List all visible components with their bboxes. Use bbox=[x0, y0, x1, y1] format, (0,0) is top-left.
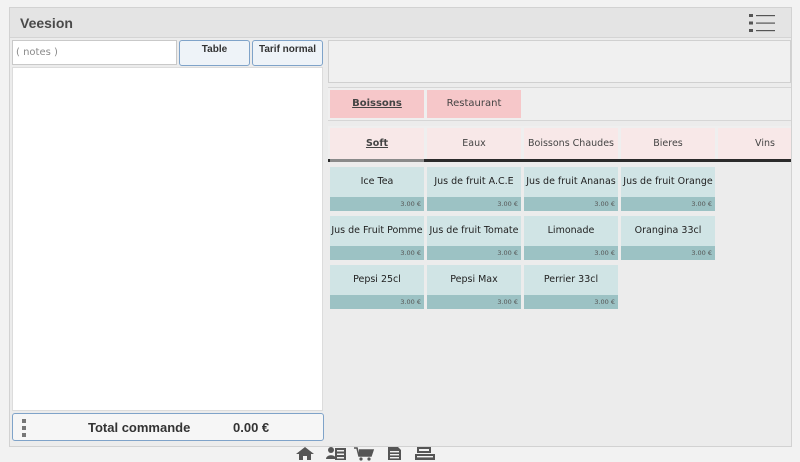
product-tile[interactable]: Orangina 33cl 3.00 € bbox=[621, 216, 715, 260]
subcategory-eaux[interactable]: Eaux bbox=[427, 128, 521, 159]
product-name: Jus de fruit A.C.E bbox=[434, 176, 514, 187]
category-boissons[interactable]: Boissons bbox=[330, 90, 424, 118]
product-tile[interactable]: Jus de fruit Orange 3.00 € bbox=[621, 167, 715, 211]
product-price: 3.00 € bbox=[427, 246, 521, 260]
customer-card-icon[interactable] bbox=[325, 446, 347, 461]
product-tile[interactable]: Jus de Fruit Pomme 3.00 € bbox=[330, 216, 424, 260]
product-name: Jus de fruit Orange bbox=[623, 176, 713, 187]
subcategory-boissons-chaudes[interactable]: Boissons Chaudes bbox=[524, 128, 618, 159]
subcategory-bieres[interactable]: Bieres bbox=[621, 128, 715, 159]
receipt-icon[interactable] bbox=[383, 446, 405, 461]
cash-register-icon[interactable] bbox=[414, 446, 436, 461]
product-price: 3.00 € bbox=[524, 197, 618, 211]
subcategory-tabs: Soft Eaux Boissons Chaudes Bieres Vins bbox=[328, 126, 791, 162]
product-price: 3.00 € bbox=[330, 246, 424, 260]
product-tile[interactable]: Ice Tea 3.00 € bbox=[330, 167, 424, 211]
product-price: 3.00 € bbox=[524, 246, 618, 260]
product-tile[interactable]: Jus de fruit A.C.E 3.00 € bbox=[427, 167, 521, 211]
product-name: Pepsi 25cl bbox=[353, 274, 401, 285]
product-tile[interactable]: Jus de fruit Tomate 3.00 € bbox=[427, 216, 521, 260]
product-name: Pepsi Max bbox=[450, 274, 498, 285]
bottom-toolbar bbox=[0, 447, 800, 462]
product-price: 3.00 € bbox=[330, 295, 424, 309]
product-name: Jus de fruit Tomate bbox=[429, 225, 519, 236]
info-strip bbox=[328, 40, 791, 83]
product-tile[interactable]: Jus de fruit Ananas 3.00 € bbox=[524, 167, 618, 211]
cart-icon[interactable] bbox=[353, 446, 375, 461]
title-bar: Veesion bbox=[10, 8, 791, 38]
product-name: Limonade bbox=[547, 225, 595, 236]
product-name: Perrier 33cl bbox=[543, 274, 599, 285]
product-name: Ice Tea bbox=[360, 176, 394, 187]
product-name: Jus de fruit Ananas bbox=[526, 176, 616, 187]
order-panel: Table Tarif normal Total commande 0.00 € bbox=[12, 40, 325, 445]
product-name: Orangina 33cl bbox=[634, 225, 702, 236]
category-restaurant[interactable]: Restaurant bbox=[427, 90, 521, 118]
subcategory-vins[interactable]: Vins bbox=[718, 128, 791, 159]
product-tile[interactable]: Limonade 3.00 € bbox=[524, 216, 618, 260]
product-name: Jus de Fruit Pomme bbox=[331, 225, 423, 236]
product-tile[interactable]: Perrier 33cl 3.00 € bbox=[524, 265, 618, 309]
product-price: 3.00 € bbox=[330, 197, 424, 211]
category-tabs: Boissons Restaurant bbox=[328, 87, 791, 121]
menu-list-icon[interactable] bbox=[747, 12, 777, 34]
order-total-bar[interactable]: Total commande 0.00 € bbox=[12, 413, 324, 441]
product-price: 3.00 € bbox=[621, 246, 715, 260]
app-window: Veesion Table Tarif normal Total command… bbox=[9, 7, 792, 447]
product-tile[interactable]: Pepsi Max 3.00 € bbox=[427, 265, 521, 309]
notes-input[interactable] bbox=[12, 40, 177, 65]
catalog-panel: Boissons Restaurant Soft Eaux Boissons C… bbox=[328, 40, 791, 445]
tarif-normal-button[interactable]: Tarif normal bbox=[252, 40, 323, 66]
product-price: 3.00 € bbox=[427, 197, 521, 211]
total-value: 0.00 € bbox=[233, 420, 270, 435]
home-icon[interactable] bbox=[294, 446, 316, 461]
table-button[interactable]: Table bbox=[179, 40, 250, 66]
total-label: Total commande bbox=[88, 420, 191, 435]
subcategory-soft[interactable]: Soft bbox=[330, 128, 424, 162]
drag-handle-icon[interactable] bbox=[22, 419, 26, 437]
product-price: 3.00 € bbox=[427, 295, 521, 309]
product-price: 3.00 € bbox=[524, 295, 618, 309]
app-title: Veesion bbox=[20, 15, 73, 31]
product-tile[interactable]: Pepsi 25cl 3.00 € bbox=[330, 265, 424, 309]
order-lines-area[interactable] bbox=[12, 67, 323, 411]
product-price: 3.00 € bbox=[621, 197, 715, 211]
